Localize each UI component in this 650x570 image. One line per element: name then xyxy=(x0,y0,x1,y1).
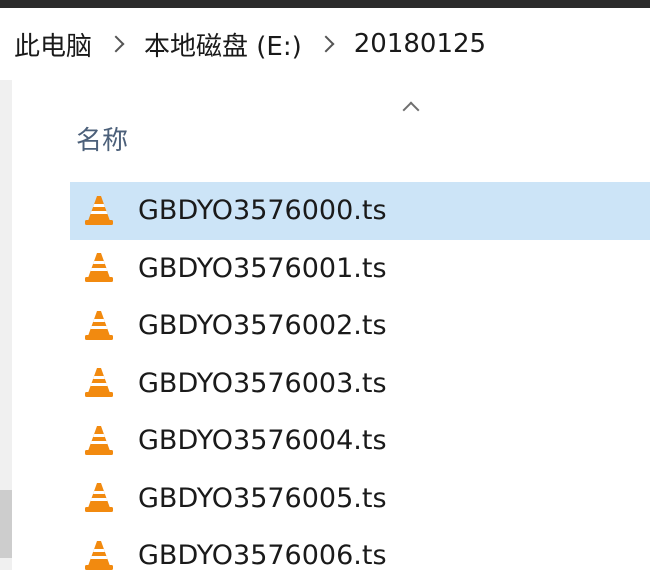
file-name: GBDYO3576006.ts xyxy=(138,540,387,570)
file-name: GBDYO3576003.ts xyxy=(138,367,387,399)
file-row[interactable]: GBDYO3576000.ts xyxy=(70,182,650,240)
file-row[interactable]: GBDYO3576001.ts xyxy=(70,240,650,298)
file-row[interactable]: GBDYO3576006.ts xyxy=(70,527,650,570)
vlc-media-file-icon xyxy=(85,483,113,513)
file-explorer-window: 此电脑 本地磁盘 (E:) 20180125 名称 GBDYO3576000.t… xyxy=(0,8,650,570)
file-name: GBDYO3576004.ts xyxy=(138,425,387,457)
file-row[interactable]: GBDYO3576004.ts xyxy=(70,412,650,470)
file-row[interactable]: GBDYO3576005.ts xyxy=(70,470,650,528)
breadcrumb-this-pc[interactable]: 此电脑 xyxy=(14,26,92,63)
navigation-pane-edge xyxy=(0,80,12,570)
address-bar[interactable]: 此电脑 本地磁盘 (E:) 20180125 xyxy=(0,8,650,80)
column-header-name[interactable]: 名称 xyxy=(76,120,128,157)
chevron-right-icon[interactable] xyxy=(107,35,125,53)
vlc-media-file-icon xyxy=(85,425,113,455)
vlc-media-file-icon xyxy=(85,253,113,283)
breadcrumb-folder-20180125[interactable]: 20180125 xyxy=(354,29,486,59)
vlc-media-file-icon xyxy=(85,195,113,225)
file-name: GBDYO3576002.ts xyxy=(138,310,387,342)
navigation-scrollbar-thumb[interactable] xyxy=(0,490,12,558)
file-name: GBDYO3576001.ts xyxy=(138,252,387,284)
breadcrumb-local-disk-e[interactable]: 本地磁盘 (E:) xyxy=(144,26,302,63)
file-name: GBDYO3576005.ts xyxy=(138,482,387,514)
vlc-media-file-icon xyxy=(85,310,113,340)
file-list-pane: 名称 GBDYO3576000.ts GBDYO3576001.ts GBDYO… xyxy=(12,80,650,570)
file-row[interactable]: GBDYO3576003.ts xyxy=(70,355,650,413)
vlc-media-file-icon xyxy=(85,368,113,398)
chevron-right-icon[interactable] xyxy=(317,35,335,53)
file-name: GBDYO3576000.ts xyxy=(138,195,387,227)
file-list: GBDYO3576000.ts GBDYO3576001.ts GBDYO357… xyxy=(70,182,650,570)
vlc-media-file-icon xyxy=(85,540,113,570)
file-row[interactable]: GBDYO3576002.ts xyxy=(70,297,650,355)
sort-ascending-icon xyxy=(402,101,420,119)
